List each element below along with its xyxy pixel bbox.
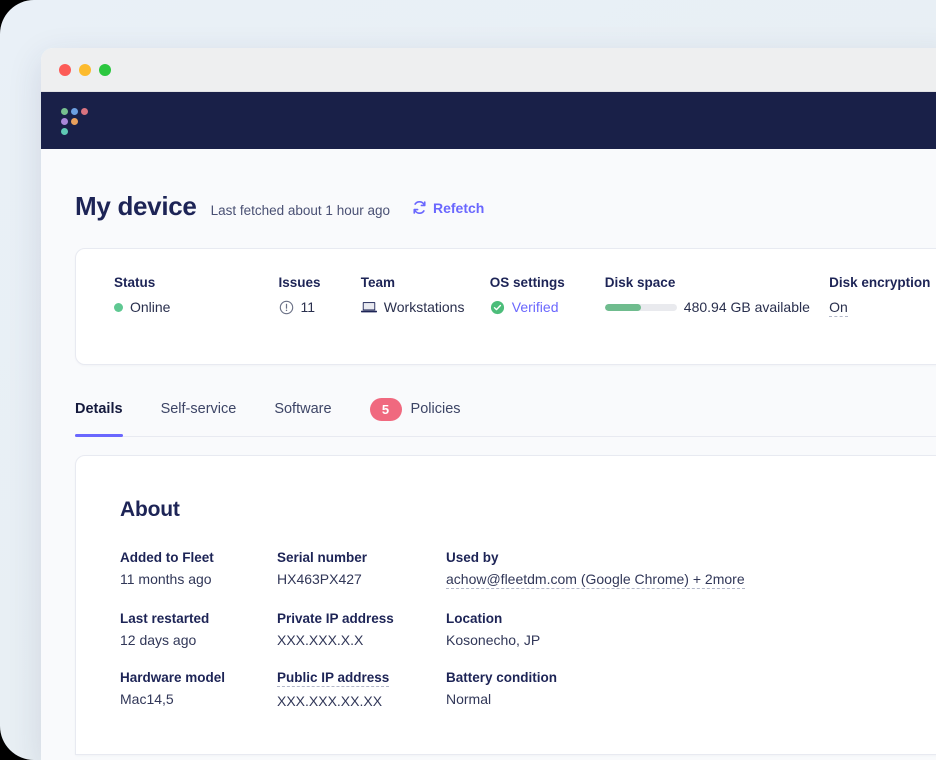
about-field-label: Added to Fleet	[120, 550, 214, 565]
refetch-label: Refetch	[432, 199, 485, 216]
about-field-value: XXX.XXX.XX.XX	[277, 693, 383, 709]
summary-status-label: Status	[114, 275, 156, 290]
summary-os-settings-text: Verified	[511, 299, 559, 315]
laptop-icon	[360, 301, 377, 312]
window-titlebar	[41, 48, 936, 92]
about-field: Private IP address XXX.XXX.X.X	[277, 611, 446, 648]
about-field-value: Normal	[446, 691, 492, 707]
summary-team-text: Workstations	[383, 299, 465, 315]
tab-software[interactable]: Software	[274, 394, 331, 436]
summary-disk-space-label: Disk space	[604, 275, 676, 290]
about-field: Public IP address XXX.XXX.XX.XX	[277, 670, 446, 709]
device-summary-card: Status Online Issues 11 Team Workstation…	[75, 248, 936, 365]
about-field-value[interactable]: achow@fleetdm.com (Google Chrome) + 2mor…	[446, 571, 745, 589]
last-fetched-text: Last fetched about 1 hour ago	[210, 203, 390, 218]
about-field-value: XXX.XXX.X.X	[277, 632, 364, 648]
summary-disk-encryption: Disk encryption On	[829, 275, 936, 317]
main-content: My device Last fetched about 1 hour ago …	[41, 149, 936, 760]
summary-status: Status Online	[114, 275, 279, 315]
summary-disk-space: Disk space 480.94 GB available	[604, 275, 829, 315]
summary-issues-count: 11	[300, 299, 316, 315]
summary-issues-label: Issues	[278, 275, 321, 290]
summary-status-text: Online	[130, 299, 171, 315]
about-field-label: Battery condition	[446, 670, 558, 685]
minimize-window-button[interactable]	[79, 63, 91, 76]
summary-status-value: Online	[114, 299, 279, 315]
summary-disk-encryption-label: Disk encryption	[829, 275, 931, 290]
details-panel: About Added to Fleet 11 months ago Serial …	[75, 455, 936, 755]
tab-label: Software	[274, 401, 332, 417]
disk-space-progress-bar	[604, 303, 677, 311]
about-field-label: Used by	[446, 550, 499, 565]
about-field-label: Serial number	[277, 550, 368, 565]
tab-self-service[interactable]: Self-service	[161, 394, 237, 436]
tab-label: Self-service	[160, 401, 237, 417]
page-header: My device Last fetched about 1 hour ago …	[41, 149, 936, 222]
about-field-value: 12 days ago	[120, 632, 197, 648]
device-tabs: Details Self-service Software 5 Policies	[75, 395, 936, 437]
tab-policies[interactable]: 5 Policies	[369, 394, 461, 436]
close-window-button[interactable]	[59, 63, 71, 76]
summary-team-value: Workstations	[360, 299, 490, 315]
refetch-button[interactable]: Refetch	[412, 200, 484, 216]
about-field-label: Last restarted	[120, 611, 210, 626]
about-field: Added to Fleet 11 months ago	[120, 550, 277, 589]
page-backdrop: My device Last fetched about 1 hour ago …	[0, 0, 936, 760]
app-window: My device Last fetched about 1 hour ago …	[41, 48, 936, 760]
alert-circle-icon	[279, 300, 293, 314]
tab-label: Policies	[410, 401, 461, 417]
about-field: Location Kosonecho, JP	[446, 611, 936, 648]
about-field: Used by achow@fleetdm.com (Google Chrome)…	[446, 550, 936, 589]
about-field-label: Location	[446, 611, 503, 626]
check-circle-icon	[490, 300, 504, 314]
about-heading: About	[120, 498, 180, 521]
about-field-label: Hardware model	[120, 670, 226, 685]
summary-issues: Issues 11	[279, 275, 361, 315]
status-dot-online-icon	[114, 302, 123, 312]
about-field-value: Mac14,5	[120, 691, 174, 707]
about-field-value: 11 months ago	[120, 571, 212, 587]
refresh-icon	[413, 201, 426, 214]
app-topbar	[41, 92, 936, 149]
summary-os-settings-value[interactable]: Verified	[490, 299, 605, 315]
about-field-label[interactable]: Public IP address	[277, 670, 390, 687]
summary-disk-encryption-value[interactable]: On	[829, 299, 936, 317]
tab-badge-count: 5	[369, 397, 402, 421]
summary-team: Team Workstations	[360, 275, 490, 315]
about-field-value: Kosonecho, JP	[446, 632, 541, 648]
about-field: Battery condition Normal	[446, 670, 936, 709]
about-field: Serial number HX463PX427	[277, 550, 446, 589]
fleet-logo-icon[interactable]	[61, 107, 88, 135]
about-field: Hardware model Mac14,5	[120, 670, 277, 709]
summary-issues-value[interactable]: 11	[279, 299, 361, 315]
summary-team-label: Team	[360, 275, 396, 290]
summary-disk-encryption-text: On	[829, 299, 848, 317]
about-field-value: HX463PX427	[277, 571, 362, 587]
tab-details[interactable]: Details	[75, 394, 123, 437]
maximize-window-button[interactable]	[99, 63, 111, 76]
about-field-label: Private IP address	[277, 611, 394, 626]
summary-os-settings: OS settings Verified	[490, 275, 605, 315]
tab-label: Details	[75, 401, 123, 417]
summary-disk-space-value: 480.94 GB available	[604, 299, 829, 315]
summary-disk-space-text: 480.94 GB available	[683, 299, 810, 315]
summary-os-settings-label: OS settings	[489, 275, 565, 290]
about-fields-grid: Added to Fleet 11 months ago Serial number…	[120, 550, 936, 709]
about-field: Last restarted 12 days ago	[120, 611, 277, 648]
page-title: My device	[75, 191, 197, 221]
